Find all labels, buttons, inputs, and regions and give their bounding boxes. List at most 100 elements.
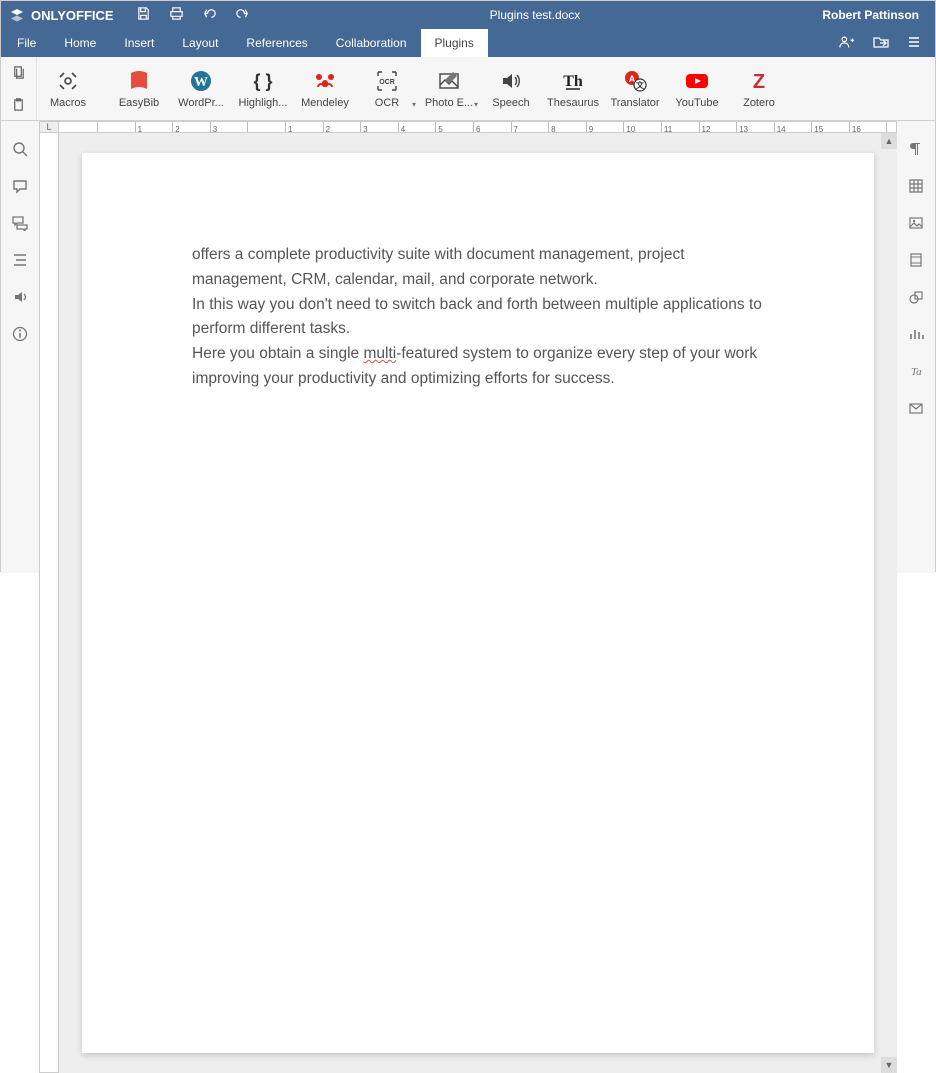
menu-right-icons [825, 35, 935, 52]
comments-icon[interactable] [12, 178, 28, 197]
translator-icon: A文 [623, 69, 647, 93]
redo-icon[interactable] [235, 6, 250, 24]
table-settings-icon[interactable] [908, 178, 924, 197]
text-art-settings-icon[interactable]: Ta [908, 363, 924, 382]
svg-text:Ta: Ta [911, 366, 922, 378]
about-icon[interactable] [12, 326, 28, 345]
zotero-icon: Z [747, 69, 771, 93]
plugin-mendeley[interactable]: Mendeley [294, 57, 356, 121]
easybib-icon [127, 69, 151, 93]
plugin-label: WordPr... [178, 97, 224, 109]
brand: ONLYOFFICE [1, 7, 122, 23]
workspace: L 1231234567891011121314151617 ▲ offers … [1, 121, 935, 573]
plugin-label: YouTube [675, 97, 718, 109]
menu-insert[interactable]: Insert [110, 29, 168, 57]
svg-text:{ }: { } [253, 71, 272, 91]
shape-settings-icon[interactable] [908, 289, 924, 308]
left-sidebar [1, 121, 39, 573]
paste-icon[interactable] [1, 89, 36, 121]
plugin-label: Zotero [743, 97, 775, 109]
plugin-label: Translator [610, 97, 659, 109]
plugin-macros[interactable]: Macros [37, 57, 99, 121]
plugin-row: Macros EasyBib W WordPr... { } Highligh.… [37, 57, 790, 120]
plugin-photo-editor[interactable]: Photo E... ▾ [418, 57, 480, 121]
feedback-icon[interactable] [12, 289, 28, 308]
toolbar-small-buttons [1, 57, 37, 120]
user-name: Robert Pattinson [806, 8, 935, 22]
document-page[interactable]: offers a complete productivity suite wit… [82, 153, 874, 1053]
svg-text:Z: Z [753, 71, 765, 93]
open-location-icon[interactable] [873, 35, 889, 52]
plugin-ocr[interactable]: OCR OCR ▾ [356, 57, 418, 121]
plugin-label: Thesaurus [547, 97, 599, 109]
navigation-icon[interactable] [12, 252, 28, 271]
plugin-easybib[interactable]: EasyBib [108, 57, 170, 121]
undo-icon[interactable] [202, 6, 217, 24]
ocr-icon: OCR [375, 69, 399, 93]
menu-file[interactable]: File [3, 29, 50, 57]
plugin-label: EasyBib [119, 97, 159, 109]
svg-text:文: 文 [636, 80, 645, 90]
hamburger-icon[interactable] [907, 35, 921, 52]
horizontal-ruler-row: L 1231234567891011121314151617 [39, 121, 897, 133]
plugin-youtube[interactable]: YouTube [666, 57, 728, 121]
svg-text:OCR: OCR [379, 79, 395, 86]
highlight-icon: { } [251, 69, 275, 93]
svg-text:W: W [194, 75, 208, 90]
macros-icon [56, 69, 80, 93]
chevron-down-icon: ▾ [412, 100, 416, 109]
mail-merge-icon[interactable] [908, 400, 924, 419]
chart-settings-icon[interactable] [908, 326, 924, 345]
header-footer-settings-icon[interactable] [908, 252, 924, 271]
plugin-speech[interactable]: Speech [480, 57, 542, 121]
menu-home[interactable]: Home [50, 29, 110, 57]
save-icon[interactable] [136, 6, 151, 24]
onlyoffice-logo-icon [9, 7, 25, 23]
chat-icon[interactable] [12, 215, 28, 234]
horizontal-ruler[interactable]: 1231234567891011121314151617 [59, 121, 897, 133]
thesaurus-icon: Th [561, 69, 585, 93]
editor-area: L 1231234567891011121314151617 ▲ offers … [39, 121, 897, 573]
plugin-label: Mendeley [301, 97, 349, 109]
title-bar: ONLYOFFICE Plugins test.docx Robert Patt… [1, 1, 935, 29]
plugin-wordpress[interactable]: W WordPr... [170, 57, 232, 121]
paragraph-settings-icon[interactable] [908, 141, 924, 160]
page-scroll-area[interactable]: ▲ offers a complete productivity suite w… [59, 133, 897, 1073]
chevron-down-icon: ▾ [474, 100, 478, 109]
menu-plugins[interactable]: Plugins [421, 29, 488, 57]
document-paragraph: Here you obtain a single multi-featured … [192, 342, 764, 392]
brand-label: ONLYOFFICE [31, 8, 114, 23]
spellcheck-mark: multi [363, 345, 396, 362]
plugin-label: Macros [50, 97, 86, 109]
menu-bar: File Home Insert Layout References Colla… [1, 29, 935, 57]
wordpress-icon: W [189, 69, 213, 93]
speech-icon [499, 69, 523, 93]
plugin-translator[interactable]: A文 Translator [604, 57, 666, 121]
photo-editor-icon [437, 69, 461, 93]
plugin-zotero[interactable]: Z Zotero [728, 57, 790, 121]
menu-layout[interactable]: Layout [168, 29, 232, 57]
copy-icon[interactable] [1, 57, 36, 89]
title-quick-actions [122, 6, 264, 24]
mendeley-icon [313, 69, 337, 93]
svg-text:Th: Th [563, 73, 583, 90]
right-sidebar: Ta [897, 121, 935, 573]
vertical-ruler[interactable] [39, 133, 59, 1073]
plugin-label: Speech [492, 97, 529, 109]
plugin-label: Photo E... [425, 97, 473, 109]
plugin-label: Highligh... [239, 97, 288, 109]
plugin-highlight[interactable]: { } Highligh... [232, 57, 294, 121]
scrollbar-down-icon[interactable]: ▼ [881, 1057, 897, 1073]
youtube-icon [684, 69, 710, 93]
plugin-thesaurus[interactable]: Th Thesaurus [542, 57, 604, 121]
image-settings-icon[interactable] [908, 215, 924, 234]
scrollbar-up-icon[interactable]: ▲ [881, 133, 897, 149]
menu-references[interactable]: References [232, 29, 321, 57]
print-icon[interactable] [169, 6, 184, 24]
menu-collaboration[interactable]: Collaboration [322, 29, 421, 57]
document-title: Plugins test.docx [264, 8, 807, 22]
add-user-icon[interactable] [839, 35, 855, 52]
plugin-toolbar: Macros EasyBib W WordPr... { } Highligh.… [1, 57, 935, 121]
document-paragraph: In this way you don't need to switch bac… [192, 293, 764, 343]
search-icon[interactable] [12, 141, 28, 160]
